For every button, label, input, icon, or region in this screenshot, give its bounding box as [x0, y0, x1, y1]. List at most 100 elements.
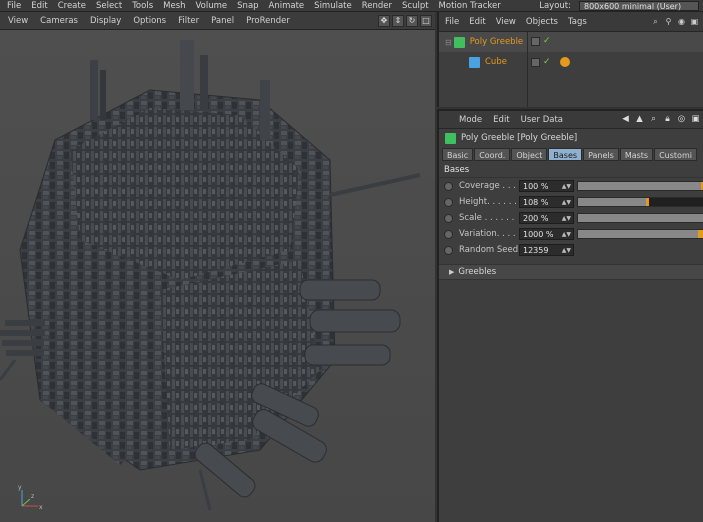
am-menu-edit[interactable]: Edit [493, 115, 509, 125]
menu-simulate[interactable]: Simulate [309, 0, 357, 11]
visibility-flag[interactable] [531, 57, 540, 67]
coverage-slider[interactable] [577, 181, 703, 191]
tab-panels[interactable]: Panels [583, 147, 619, 161]
menu-render[interactable]: Render [357, 0, 397, 11]
maximize-view-icon[interactable]: □ [420, 14, 432, 27]
height-slider[interactable] [577, 197, 703, 207]
om-menu-tags[interactable]: Tags [568, 17, 587, 27]
search-icon[interactable]: ⌕ [650, 16, 661, 27]
keyframe-radio[interactable] [444, 197, 453, 207]
menu-select[interactable]: Select [91, 0, 127, 11]
filter-icon[interactable]: ⚲ [663, 16, 674, 27]
move-view-icon[interactable]: ✥ [378, 14, 390, 27]
greebles-group-header[interactable]: ▶ Greebles [439, 264, 703, 280]
cube-icon [469, 56, 480, 68]
keyframe-radio[interactable] [444, 229, 453, 239]
up-arrow-icon[interactable]: ▲ [634, 114, 645, 125]
am-menu-user-data[interactable]: User Data [521, 115, 563, 125]
object-row-poly-greeble[interactable]: ⊟ Poly Greeble ✓ [439, 32, 703, 52]
attribute-tabs: Basic Coord. Object Bases Panels Masts C… [439, 147, 703, 161]
axis-y-label: y [18, 484, 22, 491]
bookmark-icon[interactable]: ◉ [676, 16, 687, 27]
layout-dropdown[interactable]: 800x600 minimal (User) [579, 0, 699, 11]
param-random-seed: Random Seed 12359 ▲▼ [439, 242, 703, 258]
viewport-menu-filter[interactable]: Filter [172, 16, 205, 26]
viewport-menu-cameras[interactable]: Cameras [34, 16, 84, 26]
object-name: Cube [485, 57, 507, 67]
new-window-icon[interactable]: ▣ [690, 114, 701, 125]
menu-file[interactable]: File [2, 0, 26, 11]
om-menu-objects[interactable]: Objects [526, 17, 558, 27]
section-header: Bases [439, 163, 703, 178]
greebles-label: Greebles [458, 267, 497, 277]
keyframe-radio[interactable] [444, 213, 453, 223]
3d-viewport[interactable]: View Cameras Display Options Filter Pane… [0, 12, 435, 522]
viewport-menu-view[interactable]: View [2, 16, 34, 26]
om-menu-file[interactable]: File [445, 17, 459, 27]
menu-snap[interactable]: Snap [232, 0, 263, 11]
random-seed-input[interactable]: 12359 ▲▼ [519, 244, 574, 256]
search-icon[interactable]: ⌕ [648, 114, 659, 125]
poly-greeble-icon [453, 36, 465, 48]
visibility-flag[interactable] [531, 37, 540, 46]
menu-tools[interactable]: Tools [127, 0, 158, 11]
keyframe-radio[interactable] [444, 181, 453, 191]
viewport-toolbar: View Cameras Display Options Filter Pane… [0, 12, 435, 30]
param-scale: Scale . . . . . . 200 % ▲▼ [439, 210, 703, 226]
scale-slider[interactable] [577, 213, 703, 223]
param-height: Height. . . . . . 108 % ▲▼ [439, 194, 703, 210]
viewport-menu-display[interactable]: Display [84, 16, 127, 26]
am-menu-mode[interactable]: Mode [459, 115, 482, 125]
object-manager: File Edit View Objects Tags ⌕ ⚲ ◉ ▣ ⊟ Po… [437, 12, 703, 107]
attribute-manager-toolbar: Mode Edit User Data ◀ ▲ ⌕ 🔒︎ ◎ ▣ [439, 111, 703, 129]
menu-create[interactable]: Create [53, 0, 91, 11]
tab-coord[interactable]: Coord. [474, 147, 511, 161]
tree-collapse-icon[interactable]: ⊟ [445, 38, 452, 47]
scale-input[interactable]: 200 % ▲▼ [519, 212, 574, 224]
object-flags: ✓ [531, 57, 570, 67]
poly-greeble-icon [445, 132, 456, 144]
om-menu-view[interactable]: View [496, 17, 516, 27]
viewport-menu-prorender[interactable]: ProRender [240, 16, 296, 26]
material-tag-icon[interactable] [559, 57, 570, 67]
menu-motion-tracker[interactable]: Motion Tracker [434, 0, 506, 11]
tab-bases[interactable]: Bases [548, 147, 583, 161]
viewport-menu-options[interactable]: Options [127, 16, 172, 26]
enabled-check-icon[interactable]: ✓ [543, 37, 551, 46]
axis-x-label: x [39, 504, 43, 511]
tab-object[interactable]: Object [511, 147, 548, 161]
rotate-view-icon[interactable]: ↻ [406, 14, 418, 27]
viewport-menu-panel[interactable]: Panel [205, 16, 240, 26]
variation-input[interactable]: 1000 % ▲▼ [519, 228, 574, 240]
tab-customize[interactable]: Customi [654, 147, 697, 161]
attribute-title: Poly Greeble [Poly Greeble] [439, 129, 703, 147]
tab-masts[interactable]: Masts [619, 147, 654, 161]
param-label: Scale . . . . . . [459, 213, 515, 223]
object-flags: ✓ [531, 37, 551, 46]
layout-selector: Layout: 800x600 minimal (User) [534, 0, 703, 11]
variation-slider[interactable] [577, 229, 703, 239]
param-label: Variation. . . . [459, 229, 516, 239]
menu-volume[interactable]: Volume [191, 0, 233, 11]
attribute-object-title: Poly Greeble [Poly Greeble] [461, 133, 578, 143]
keyframe-radio[interactable] [444, 245, 453, 255]
menu-edit[interactable]: Edit [26, 0, 52, 11]
menu-sculpt[interactable]: Sculpt [397, 0, 434, 11]
menu-animate[interactable]: Animate [264, 0, 310, 11]
param-label: Height. . . . . . [459, 197, 517, 207]
enabled-check-icon[interactable]: ✓ [543, 57, 551, 67]
height-input[interactable]: 108 % ▲▼ [519, 196, 574, 208]
om-menu-edit[interactable]: Edit [469, 17, 485, 27]
coverage-input[interactable]: 100 % ▲▼ [519, 180, 574, 192]
object-row-cube[interactable]: Cube ✓ [439, 52, 703, 72]
new-window-icon[interactable]: ▣ [689, 16, 700, 27]
tab-basic[interactable]: Basic [442, 147, 474, 161]
back-arrow-icon[interactable]: ◀ [620, 114, 631, 125]
object-manager-toolbar: File Edit View Objects Tags ⌕ ⚲ ◉ ▣ [439, 12, 703, 32]
expand-arrow-icon: ▶ [449, 268, 455, 276]
attribute-manager: Mode Edit User Data ◀ ▲ ⌕ 🔒︎ ◎ ▣ Poly Gr… [437, 109, 703, 522]
target-icon[interactable]: ◎ [676, 114, 687, 125]
zoom-view-icon[interactable]: ⇕ [392, 14, 404, 27]
lock-icon[interactable]: 🔒︎ [662, 114, 673, 125]
menu-mesh[interactable]: Mesh [158, 0, 190, 11]
